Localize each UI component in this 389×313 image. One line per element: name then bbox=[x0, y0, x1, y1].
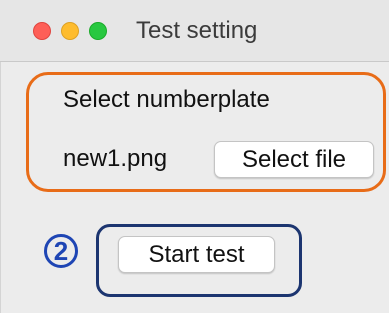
window-titlebar[interactable]: Test setting bbox=[0, 0, 389, 62]
numberplate-heading: Select numberplate bbox=[63, 86, 270, 113]
selected-file-name: new1.png bbox=[63, 145, 168, 172]
start-test-button[interactable]: Start test bbox=[118, 236, 275, 273]
test-setting-window: Test setting Select numberplate new1.png… bbox=[0, 0, 389, 313]
select-file-button[interactable]: Select file bbox=[214, 141, 374, 178]
close-window-icon[interactable] bbox=[33, 22, 51, 40]
window-title: Test setting bbox=[136, 17, 258, 44]
step-number-marker: 2 bbox=[44, 234, 78, 268]
maximize-window-icon[interactable] bbox=[89, 22, 107, 40]
minimize-window-icon[interactable] bbox=[61, 22, 79, 40]
